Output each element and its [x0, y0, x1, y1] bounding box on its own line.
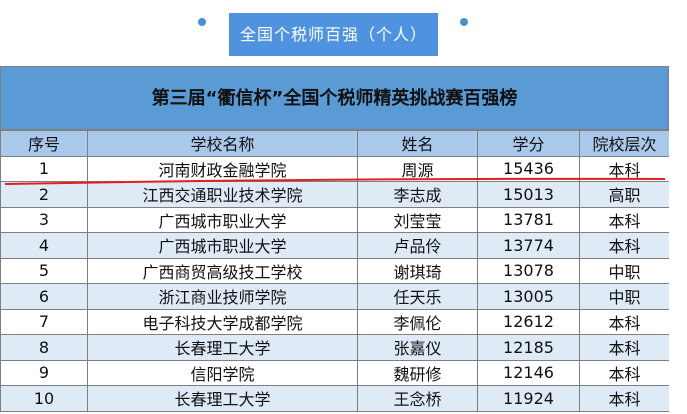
ranking-grid: 序号 学校名称 姓名 学分 院校层次 1 河南财政金融学院 周源 15436 本科 2 江西… — [0, 130, 669, 412]
cell-school: 江西交通职业技术学院 — [87, 181, 358, 208]
cell-level: 本科 — [579, 155, 669, 182]
bullet-dot-icon — [460, 18, 468, 26]
cell-school: 电子科技大学成都学院 — [87, 308, 358, 335]
cell-name: 王念桥 — [357, 385, 478, 412]
cell-rank: 3 — [0, 206, 88, 233]
cell-rank: 7 — [0, 308, 88, 335]
cell-score: 13774 — [477, 232, 580, 259]
cell-school: 长春理工大学 — [87, 385, 358, 412]
cell-score: 11924 — [477, 385, 580, 412]
header-level: 院校层次 — [579, 130, 669, 157]
table-row: 1 河南财政金融学院 周源 15436 本科 — [0, 155, 669, 182]
cell-rank: 6 — [0, 283, 88, 310]
cell-name: 张嘉仪 — [357, 334, 478, 361]
cell-level: 本科 — [579, 334, 669, 361]
table-row: 8 长春理工大学 张嘉仪 12185 本科 — [0, 334, 669, 361]
ranking-table: 第三届“衢信杯”全国个税师精英挑战赛百强榜 序号 学校名称 姓名 学分 院校层次… — [0, 66, 669, 414]
cell-rank: 5 — [0, 257, 88, 284]
cell-school: 广西城市职业大学 — [87, 206, 358, 233]
cell-name: 李志成 — [357, 181, 478, 208]
header-name: 姓名 — [357, 130, 478, 157]
cell-level: 本科 — [579, 385, 669, 412]
cell-level: 本科 — [579, 206, 669, 233]
cell-school: 河南财政金融学院 — [87, 155, 358, 182]
cell-name: 周源 — [357, 155, 478, 182]
cell-score: 13781 — [477, 206, 580, 233]
cell-rank: 4 — [0, 232, 88, 259]
cell-school: 长春理工大学 — [87, 334, 358, 361]
bullet-dot-icon — [198, 18, 206, 26]
table-row: 2 江西交通职业技术学院 李志成 15013 高职 — [0, 181, 669, 208]
table-row: 5 广西商贸高级技工学校 谢琪琦 13078 中职 — [0, 257, 669, 284]
cell-name: 刘莹莹 — [357, 206, 478, 233]
table-row: 10 长春理工大学 王念桥 11924 本科 — [0, 385, 669, 412]
header-rank: 序号 — [0, 130, 88, 157]
table-row: 4 广西城市职业大学 卢品伶 13774 本科 — [0, 232, 669, 259]
cell-level: 高职 — [579, 181, 669, 208]
cell-school: 信阳学院 — [87, 359, 358, 386]
cell-rank: 10 — [0, 385, 88, 412]
header-row: 序号 学校名称 姓名 学分 院校层次 — [0, 130, 669, 157]
cell-rank: 2 — [0, 181, 88, 208]
table-row: 6 浙江商业技师学院 任天乐 13005 中职 — [0, 283, 669, 310]
table-row: 7 电子科技大学成都学院 李佩伦 12612 本科 — [0, 308, 669, 335]
cell-school: 浙江商业技师学院 — [87, 283, 358, 310]
cell-name: 魏研修 — [357, 359, 478, 386]
cell-rank: 8 — [0, 334, 88, 361]
tab-top100-individual[interactable]: 全国个税师百强（个人） — [229, 13, 438, 56]
cell-name: 李佩伦 — [357, 308, 478, 335]
cell-rank: 1 — [0, 155, 88, 182]
cell-score: 13005 — [477, 283, 580, 310]
tab-bar: 全国个税师百强（个人） — [0, 0, 687, 66]
table-title: 第三届“衢信杯”全国个税师精英挑战赛百强榜 — [0, 66, 669, 130]
cell-level: 中职 — [579, 257, 669, 284]
cell-score: 13078 — [477, 257, 580, 284]
table-row: 3 广西城市职业大学 刘莹莹 13781 本科 — [0, 206, 669, 233]
cell-score: 15013 — [477, 181, 580, 208]
header-score: 学分 — [477, 130, 580, 157]
cell-level: 本科 — [579, 359, 669, 386]
table-row: 9 信阳学院 魏研修 12146 本科 — [0, 359, 669, 386]
cell-name: 谢琪琦 — [357, 257, 478, 284]
cell-school: 广西城市职业大学 — [87, 232, 358, 259]
cell-score: 12612 — [477, 308, 580, 335]
cell-school: 广西商贸高级技工学校 — [87, 257, 358, 284]
cell-score: 12146 — [477, 359, 580, 386]
cell-name: 任天乐 — [357, 283, 478, 310]
cell-score: 12185 — [477, 334, 580, 361]
cell-level: 本科 — [579, 308, 669, 335]
cell-name: 卢品伶 — [357, 232, 478, 259]
header-school: 学校名称 — [87, 130, 358, 157]
cell-score: 15436 — [477, 155, 580, 182]
cell-level: 本科 — [579, 232, 669, 259]
cell-level: 中职 — [579, 283, 669, 310]
cell-rank: 9 — [0, 359, 88, 386]
